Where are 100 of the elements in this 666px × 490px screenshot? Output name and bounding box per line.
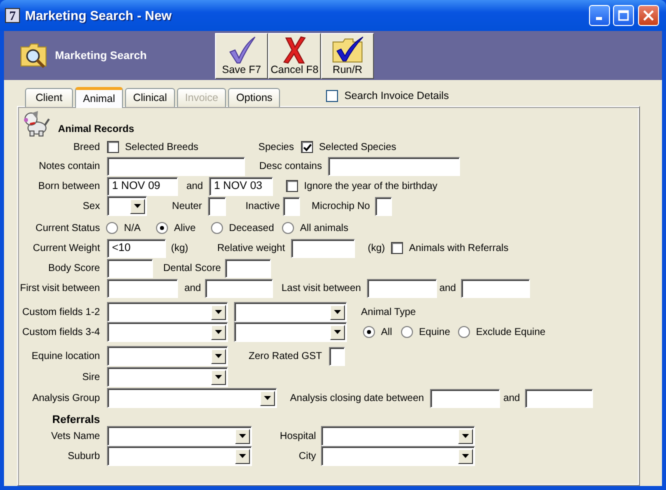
window-title: Marketing Search - New	[25, 8, 173, 23]
radio-label[interactable]: Alive	[174, 222, 196, 234]
checkbox[interactable]	[107, 141, 119, 153]
text-field[interactable]	[107, 258, 153, 278]
checkbox-label[interactable]: Selected Species	[319, 142, 396, 152]
dropdown[interactable]	[107, 322, 228, 342]
radio-button[interactable]	[401, 326, 413, 338]
dropdown[interactable]	[321, 426, 475, 446]
radio-button[interactable]	[282, 222, 294, 234]
radio-label[interactable]: Deceased	[229, 222, 274, 234]
field-label: Neuter	[172, 200, 202, 212]
tab[interactable]: Client	[25, 88, 73, 107]
field-label: Notes contain	[38, 160, 100, 172]
run-button[interactable]: Run/R	[321, 32, 374, 78]
field-label: City	[298, 450, 316, 462]
dropdown[interactable]	[107, 196, 147, 216]
checkbox[interactable]	[286, 180, 298, 192]
checkbox[interactable]	[301, 141, 313, 153]
caret-icon	[334, 330, 341, 334]
small-field[interactable]	[208, 196, 226, 216]
checkbox-label[interactable]: Search Invoice Details	[344, 90, 449, 102]
checkbox[interactable]	[391, 242, 403, 254]
close-button[interactable]	[638, 5, 659, 26]
caret-icon	[239, 434, 246, 438]
text-field[interactable]	[461, 278, 530, 298]
caret-icon	[215, 330, 222, 334]
toolbar-title: Marketing Search	[55, 50, 147, 62]
tab[interactable]: Clinical	[125, 88, 175, 107]
field-label: Vets Name	[51, 430, 100, 442]
cancel-button[interactable]: Cancel F8	[268, 32, 321, 78]
caret-icon	[462, 454, 469, 458]
text-field[interactable]	[430, 388, 500, 408]
field-label: Desc contains	[259, 160, 322, 172]
dropdown[interactable]	[107, 388, 277, 408]
text-field[interactable]	[328, 156, 460, 176]
checkbox-label[interactable]: Selected Breeds	[125, 142, 198, 152]
tab[interactable]: Options	[228, 88, 280, 107]
dropdown[interactable]	[107, 302, 228, 322]
dropdown[interactable]	[234, 322, 347, 342]
app-icon: 7	[5, 8, 20, 23]
dropdown[interactable]	[107, 346, 228, 366]
x-icon	[282, 36, 306, 64]
dropdown[interactable]	[107, 367, 228, 387]
field-label: and	[439, 282, 456, 294]
folder-check-icon	[330, 36, 364, 64]
checkbox-label[interactable]: Ignore the year of the birthday	[304, 180, 438, 192]
field-label: Microchip No	[312, 200, 370, 212]
field-label: Last visit between	[282, 282, 361, 294]
text-field[interactable]	[367, 278, 437, 298]
field-label: Zero Rated GST	[248, 350, 322, 362]
field-label: Current Status	[36, 222, 100, 234]
radio-button[interactable]	[458, 326, 470, 338]
caret-icon	[264, 396, 271, 400]
dropdown[interactable]	[321, 446, 475, 466]
text-field[interactable]	[225, 258, 271, 278]
text-field[interactable]: <10	[107, 238, 166, 258]
caret-icon	[134, 204, 141, 208]
text-field[interactable]: 1 NOV 09	[107, 176, 178, 196]
checkmark-icon	[226, 36, 256, 64]
radio-label[interactable]: N/A	[124, 222, 141, 234]
caret-icon	[215, 354, 222, 358]
caret-icon	[239, 454, 246, 458]
text-field[interactable]	[525, 388, 593, 408]
radio-label[interactable]: All animals	[300, 222, 348, 234]
radio-button[interactable]	[106, 222, 118, 234]
small-field[interactable]	[283, 196, 300, 216]
caret-icon	[215, 375, 222, 379]
minimize-button[interactable]	[589, 5, 610, 26]
caret-icon	[462, 434, 469, 438]
dog-icon	[22, 110, 50, 137]
radio-label[interactable]: Equine	[419, 326, 450, 338]
small-field[interactable]	[375, 196, 392, 216]
radio-button[interactable]	[156, 222, 168, 234]
dropdown[interactable]	[107, 446, 252, 466]
checkbox[interactable]	[326, 90, 338, 102]
field-label: Custom fields 3-4	[22, 326, 100, 338]
field-label: and	[503, 392, 520, 404]
text-field[interactable]: 1 NOV 03	[209, 176, 273, 196]
text-field[interactable]	[205, 278, 273, 298]
maximize-icon	[618, 10, 629, 21]
field-label: Hospital	[280, 430, 316, 442]
field-label: Suburb	[68, 450, 100, 462]
text-field[interactable]	[107, 156, 245, 176]
dropdown[interactable]	[107, 426, 252, 446]
field-label: Current Weight	[32, 242, 100, 254]
field-label: Born between	[38, 180, 100, 192]
save-button[interactable]: Save F7	[215, 32, 268, 78]
radio-button[interactable]	[211, 222, 223, 234]
radio-label[interactable]: All	[381, 326, 392, 338]
radio-button[interactable]	[363, 326, 375, 338]
small-field[interactable]	[329, 346, 345, 366]
field-label: (kg)	[368, 242, 385, 254]
checkbox-label[interactable]: Animals with Referrals	[409, 242, 508, 254]
text-field[interactable]	[291, 238, 355, 258]
text-field[interactable]	[107, 278, 178, 298]
radio-label[interactable]: Exclude Equine	[476, 326, 546, 338]
field-label: Analysis Group	[32, 392, 100, 404]
tab[interactable]: Animal	[75, 87, 124, 108]
dropdown[interactable]	[234, 302, 347, 322]
maximize-button[interactable]	[613, 5, 634, 26]
